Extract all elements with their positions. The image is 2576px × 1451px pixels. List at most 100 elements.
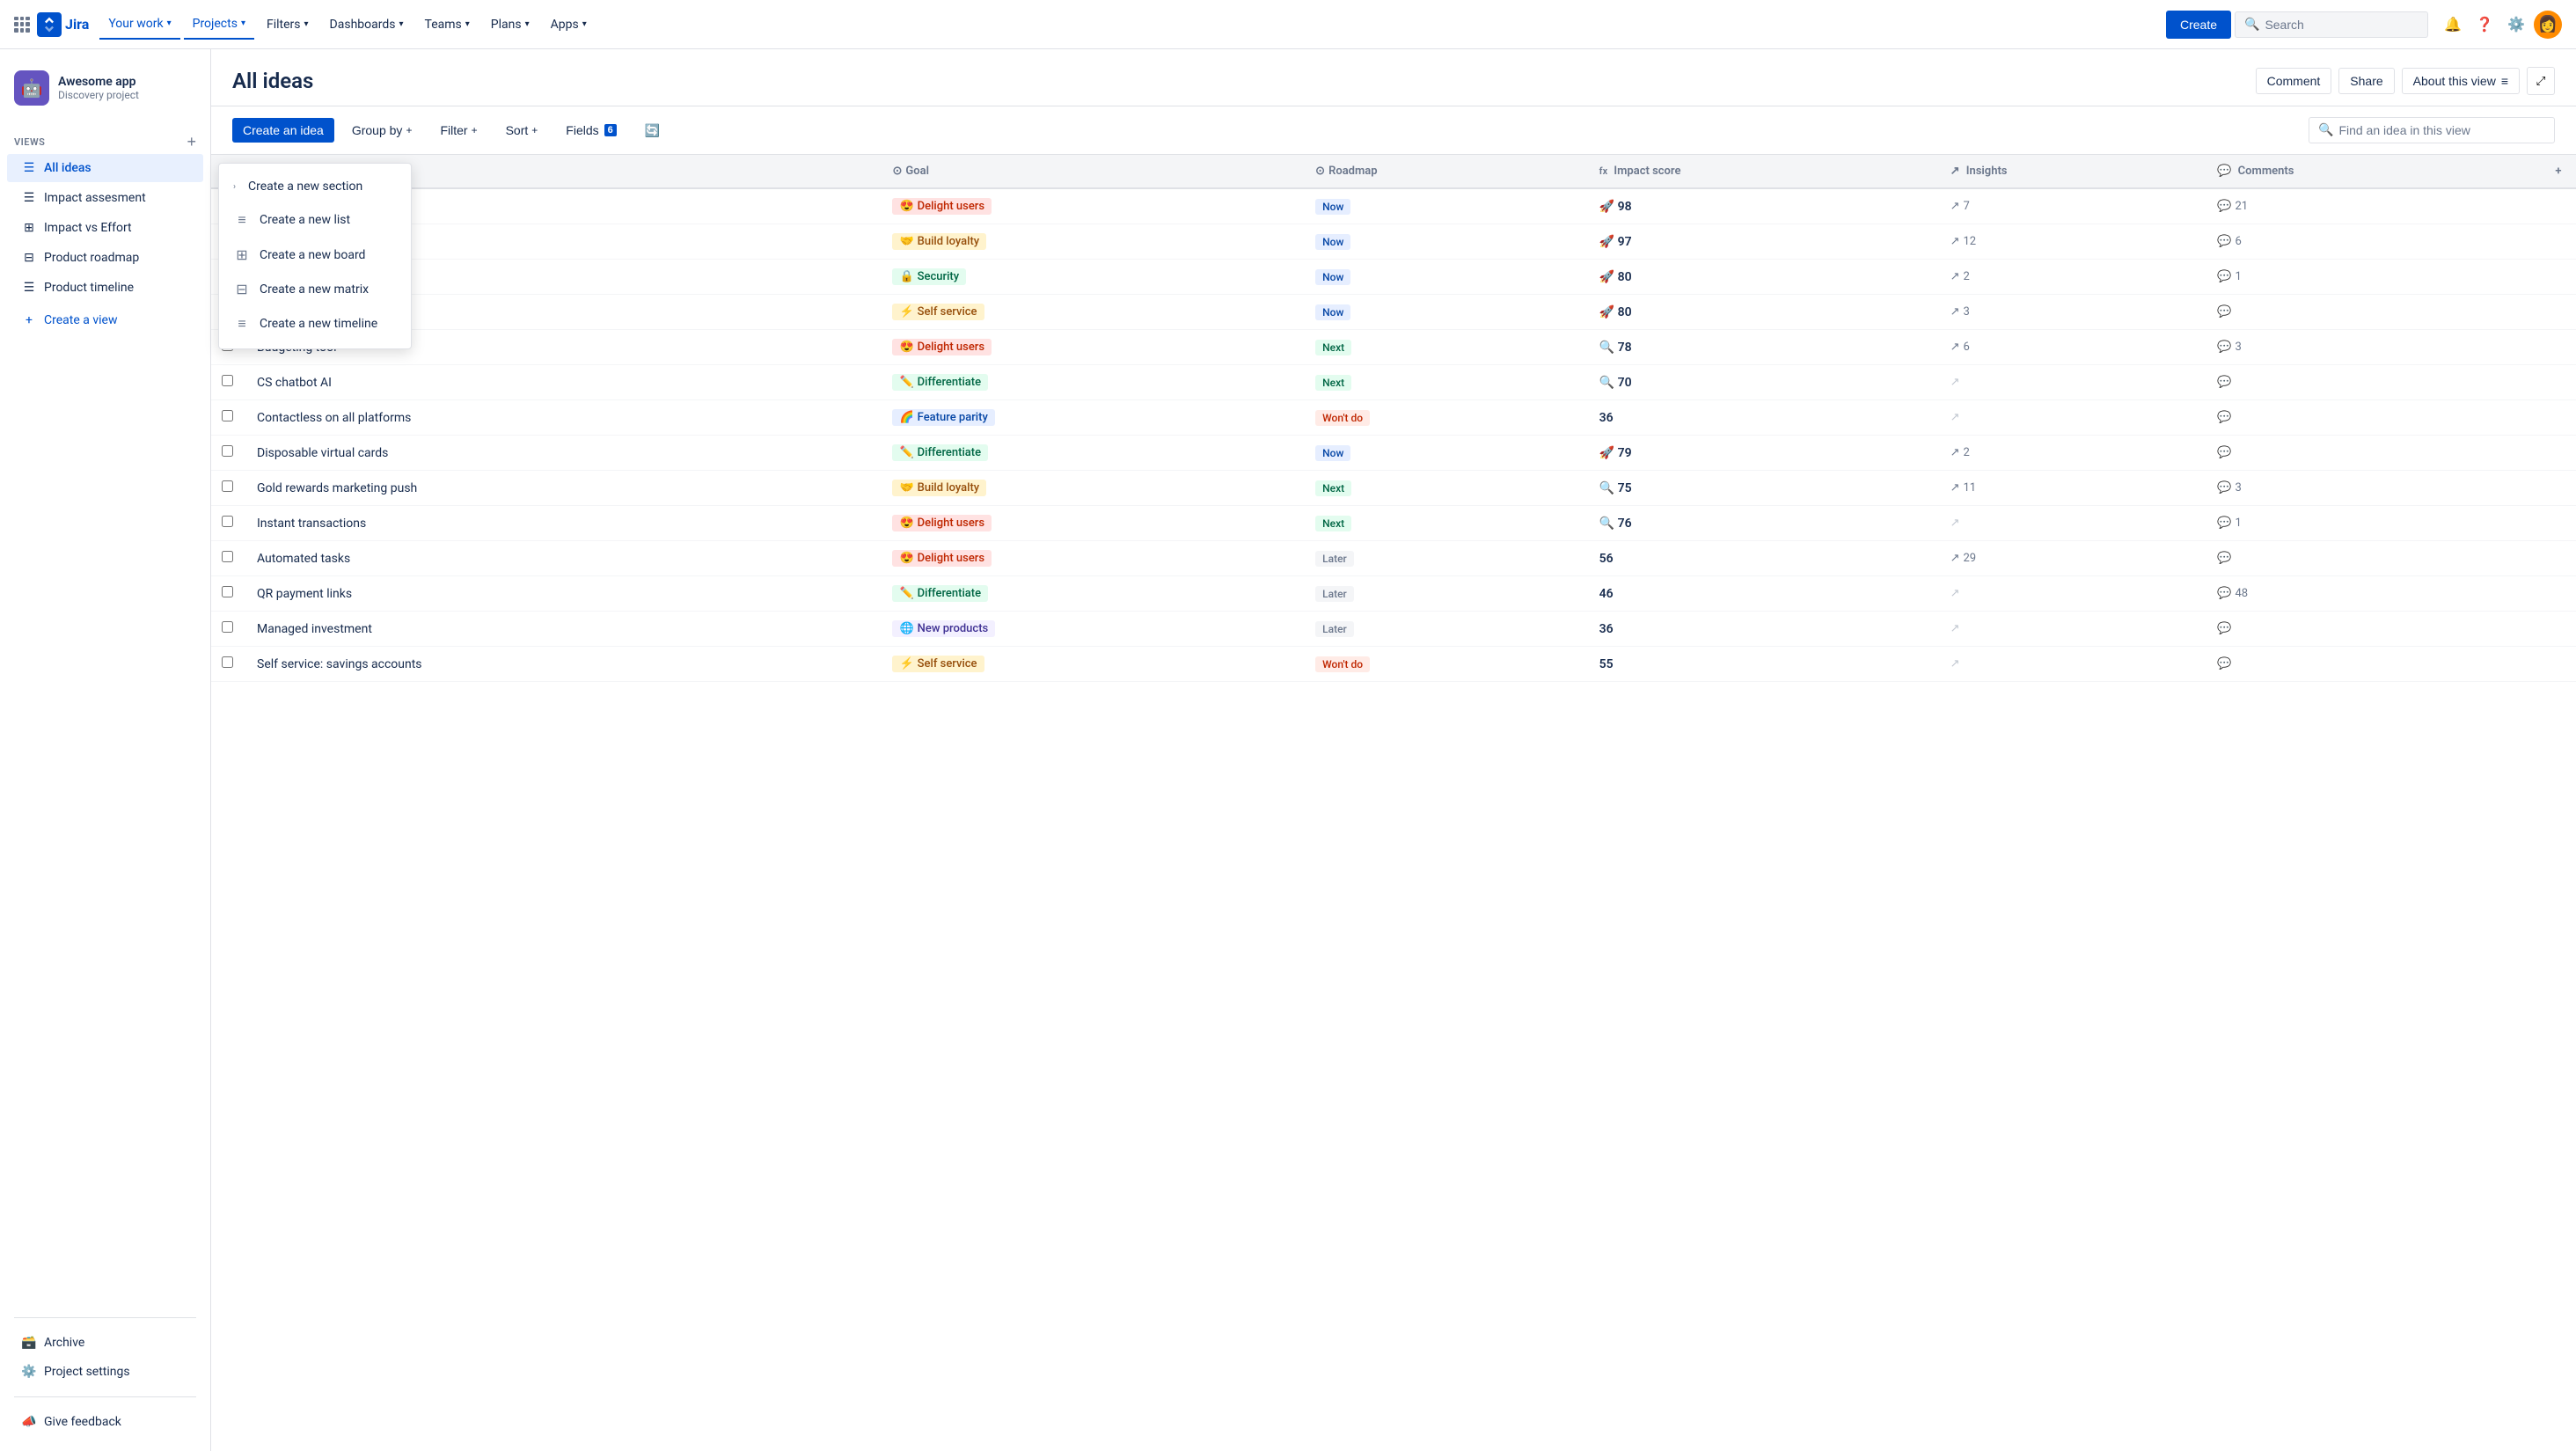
- idea-roadmap[interactable]: Later: [1305, 612, 1589, 647]
- idea-impact: 🚀 80: [1589, 295, 1940, 330]
- row-checkbox[interactable]: [222, 480, 233, 492]
- idea-goal[interactable]: ⚡ Self service: [882, 295, 1305, 330]
- idea-goal[interactable]: 😍 Delight users: [882, 330, 1305, 365]
- row-checkbox[interactable]: [222, 656, 233, 668]
- timeline-icon: ≡: [233, 315, 251, 333]
- settings-icon[interactable]: ⚙️: [2502, 11, 2530, 39]
- idea-goal[interactable]: ⚡ Self service: [882, 647, 1305, 682]
- sidebar-item-project-settings[interactable]: ⚙️ Project settings: [7, 1358, 203, 1386]
- idea-goal[interactable]: 🤝 Build loyalty: [882, 471, 1305, 506]
- idea-goal[interactable]: 😍 Delight users: [882, 506, 1305, 541]
- idea-goal[interactable]: 🔒 Security: [882, 260, 1305, 295]
- nav-your-work[interactable]: Your work ▾: [99, 10, 179, 40]
- nav-apps[interactable]: Apps ▾: [542, 11, 596, 39]
- idea-goal[interactable]: 🌐 New products: [882, 612, 1305, 647]
- idea-name[interactable]: Self service: savings accounts: [246, 647, 882, 682]
- view-search-input[interactable]: [2338, 123, 2545, 137]
- grid-icon[interactable]: [14, 17, 30, 33]
- idea-name[interactable]: CS chatbot AI: [246, 365, 882, 400]
- idea-name[interactable]: Instant transactions: [246, 506, 882, 541]
- about-view-button[interactable]: About this view ≡: [2402, 68, 2520, 94]
- idea-goal[interactable]: 😍 Delight users: [882, 541, 1305, 576]
- header-actions: Comment Share About this view ≡ ⤢: [2256, 67, 2555, 95]
- idea-name[interactable]: Disposable virtual cards: [246, 436, 882, 471]
- nav-filters[interactable]: Filters ▾: [258, 11, 318, 39]
- idea-goal[interactable]: 🤝 Build loyalty: [882, 224, 1305, 260]
- idea-roadmap[interactable]: Next: [1305, 506, 1589, 541]
- row-checkbox[interactable]: [222, 621, 233, 633]
- idea-goal[interactable]: ✏️ Differentiate: [882, 576, 1305, 612]
- idea-goal[interactable]: 🌈 Feature parity: [882, 400, 1305, 436]
- idea-roadmap[interactable]: Later: [1305, 541, 1589, 576]
- sidebar-item-product-roadmap[interactable]: ⊟ Product roadmap: [7, 244, 203, 272]
- nav-teams[interactable]: Teams ▾: [416, 11, 479, 39]
- col-add[interactable]: +: [2541, 155, 2576, 188]
- sidebar-item-create-view[interactable]: + Create a view: [7, 306, 203, 334]
- expand-button[interactable]: ⤢: [2527, 67, 2555, 95]
- idea-name[interactable]: Gold rewards marketing push: [246, 471, 882, 506]
- idea-roadmap[interactable]: Now: [1305, 295, 1589, 330]
- help-icon[interactable]: ❓: [2470, 11, 2499, 39]
- dropdown-item-section[interactable]: › Create a new section: [219, 171, 411, 202]
- add-view-button[interactable]: +: [187, 134, 196, 150]
- sidebar-item-archive[interactable]: 🗃️ Archive: [7, 1329, 203, 1357]
- nav-projects[interactable]: Projects ▾: [184, 10, 254, 40]
- fields-button[interactable]: Fields 6: [555, 118, 626, 143]
- idea-name[interactable]: Automated tasks: [246, 541, 882, 576]
- sidebar-item-product-timeline[interactable]: ☰ Product timeline: [7, 274, 203, 302]
- idea-goal[interactable]: ✏️ Differentiate: [882, 436, 1305, 471]
- group-by-button[interactable]: Group by +: [341, 118, 423, 143]
- search-bar[interactable]: 🔍: [2235, 11, 2428, 38]
- idea-insights: ↗: [1940, 576, 2207, 612]
- refresh-button[interactable]: 🔄: [634, 118, 670, 143]
- dropdown-item-board[interactable]: ⊞ Create a new board: [219, 238, 411, 272]
- idea-roadmap[interactable]: Later: [1305, 576, 1589, 612]
- dropdown-item-matrix[interactable]: ⊟ Create a new matrix: [219, 272, 411, 306]
- share-button[interactable]: Share: [2338, 68, 2394, 94]
- idea-comments: 💬 1: [2206, 506, 2541, 541]
- idea-name[interactable]: Managed investment: [246, 612, 882, 647]
- idea-roadmap[interactable]: Next: [1305, 365, 1589, 400]
- sort-label: Sort: [506, 123, 529, 137]
- idea-goal[interactable]: 😍 Delight users: [882, 188, 1305, 224]
- row-checkbox[interactable]: [222, 445, 233, 457]
- sidebar-item-impact-assessment[interactable]: ☰ Impact assesment: [7, 184, 203, 212]
- avatar[interactable]: 👩: [2534, 11, 2562, 39]
- insights-icon: ↗: [1950, 446, 1960, 459]
- sidebar-item-impact-effort[interactable]: ⊞ Impact vs Effort: [7, 214, 203, 242]
- jira-logo[interactable]: Jira: [37, 12, 89, 37]
- view-search[interactable]: 🔍: [2309, 117, 2555, 143]
- row-checkbox[interactable]: [222, 586, 233, 597]
- filter-button[interactable]: Filter +: [429, 118, 487, 143]
- create-button[interactable]: Create: [2166, 11, 2231, 39]
- comment-button[interactable]: Comment: [2256, 68, 2332, 94]
- row-checkbox[interactable]: [222, 551, 233, 562]
- nav-plans[interactable]: Plans ▾: [482, 11, 538, 39]
- filter-label: Filter: [440, 123, 467, 137]
- notifications-icon[interactable]: 🔔: [2439, 11, 2467, 39]
- nav-dashboards[interactable]: Dashboards ▾: [321, 11, 413, 39]
- idea-roadmap[interactable]: Now: [1305, 436, 1589, 471]
- idea-roadmap[interactable]: Now: [1305, 224, 1589, 260]
- idea-name[interactable]: QR payment links: [246, 576, 882, 612]
- create-idea-button[interactable]: Create an idea: [232, 118, 334, 143]
- row-checkbox[interactable]: [222, 410, 233, 421]
- idea-comments: 💬: [2206, 295, 2541, 330]
- idea-roadmap[interactable]: Now: [1305, 260, 1589, 295]
- idea-roadmap[interactable]: Now: [1305, 188, 1589, 224]
- dropdown-item-timeline[interactable]: ≡ Create a new timeline: [219, 306, 411, 341]
- dropdown-item-list[interactable]: ≡ Create a new list: [219, 202, 411, 238]
- project-header[interactable]: 🤖 Awesome app Discovery project: [0, 63, 210, 113]
- search-input[interactable]: [2265, 18, 2405, 32]
- sort-button[interactable]: Sort +: [495, 118, 549, 143]
- idea-roadmap[interactable]: Won't do: [1305, 400, 1589, 436]
- row-checkbox[interactable]: [222, 516, 233, 527]
- row-checkbox[interactable]: [222, 375, 233, 386]
- sidebar-item-give-feedback[interactable]: 📣 Give feedback: [7, 1408, 203, 1436]
- idea-roadmap[interactable]: Next: [1305, 330, 1589, 365]
- sidebar-item-all-ideas[interactable]: ☰ All ideas: [7, 154, 203, 182]
- idea-roadmap[interactable]: Won't do: [1305, 647, 1589, 682]
- idea-roadmap[interactable]: Next: [1305, 471, 1589, 506]
- idea-goal[interactable]: ✏️ Differentiate: [882, 365, 1305, 400]
- idea-name[interactable]: Contactless on all platforms: [246, 400, 882, 436]
